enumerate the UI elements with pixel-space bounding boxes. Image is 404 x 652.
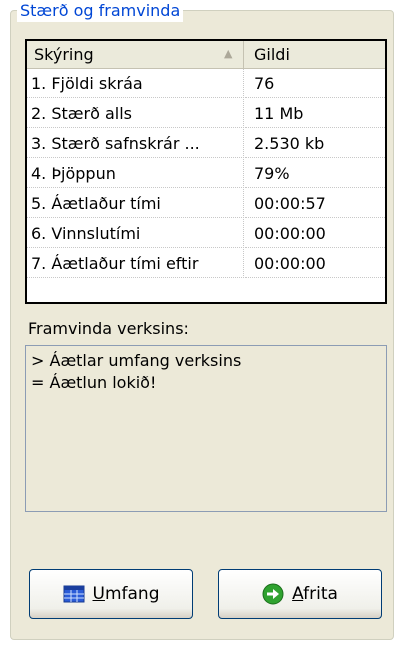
table-row[interactable]: 1. Fjöldi skráa 76 <box>27 69 385 99</box>
list-header: Skýring ▲ Gildi <box>27 41 385 69</box>
progress-label: Framvinda verksins: <box>28 319 189 338</box>
copy-button-label: Afrita <box>292 584 338 604</box>
table-row[interactable]: 7. Áætlaður tími eftir 00:00:00 <box>27 249 385 279</box>
row-value: 79% <box>245 159 385 188</box>
column-header-description[interactable]: Skýring <box>27 41 244 68</box>
log-line: = Áætlun lokið! <box>31 373 157 392</box>
table-row[interactable]: 6. Vinnslutími 00:00:00 <box>27 219 385 249</box>
row-label: 6. Vinnslutími <box>27 219 244 248</box>
scope-button[interactable]: Umfang <box>29 569 193 619</box>
row-value: 00:00:57 <box>245 189 385 218</box>
row-label: 5. Áætlaður tími <box>27 189 244 218</box>
stats-list[interactable]: Skýring ▲ Gildi 1. Fjöldi skráa 76 2. St… <box>25 39 387 304</box>
column-header-value[interactable]: Gildi <box>245 41 385 68</box>
row-label: 4. Þjöppun <box>27 159 244 188</box>
table-row[interactable]: 2. Stærð alls 11 Mb <box>27 99 385 129</box>
scope-button-label: Umfang <box>92 584 160 604</box>
progress-log[interactable]: > Áætlar umfang verksins = Áætlun lokið! <box>25 345 387 512</box>
row-value: 2.530 kb <box>245 129 385 158</box>
table-row[interactable]: 3. Stærð safnskrár ... 2.530 kb <box>27 129 385 159</box>
copy-button[interactable]: Afrita <box>218 569 382 619</box>
table-row[interactable]: 5. Áætlaður tími 00:00:57 <box>27 189 385 219</box>
row-value: 00:00:00 <box>245 219 385 248</box>
table-grid-icon <box>63 585 84 603</box>
row-label: 1. Fjöldi skráa <box>27 69 244 98</box>
group-title: Stærð og framvinda <box>17 0 184 22</box>
green-arrow-icon <box>262 583 284 605</box>
row-label: 3. Stærð safnskrár ... <box>27 129 244 158</box>
table-row[interactable]: 4. Þjöppun 79% <box>27 159 385 189</box>
log-line: > Áætlar umfang verksins <box>31 351 242 370</box>
row-value: 00:00:00 <box>245 249 385 278</box>
row-value: 11 Mb <box>245 99 385 128</box>
row-value: 76 <box>245 69 385 98</box>
row-label: 2. Stærð alls <box>27 99 244 128</box>
row-label: 7. Áætlaður tími eftir <box>27 249 244 278</box>
sort-ascending-icon: ▲ <box>224 47 233 60</box>
